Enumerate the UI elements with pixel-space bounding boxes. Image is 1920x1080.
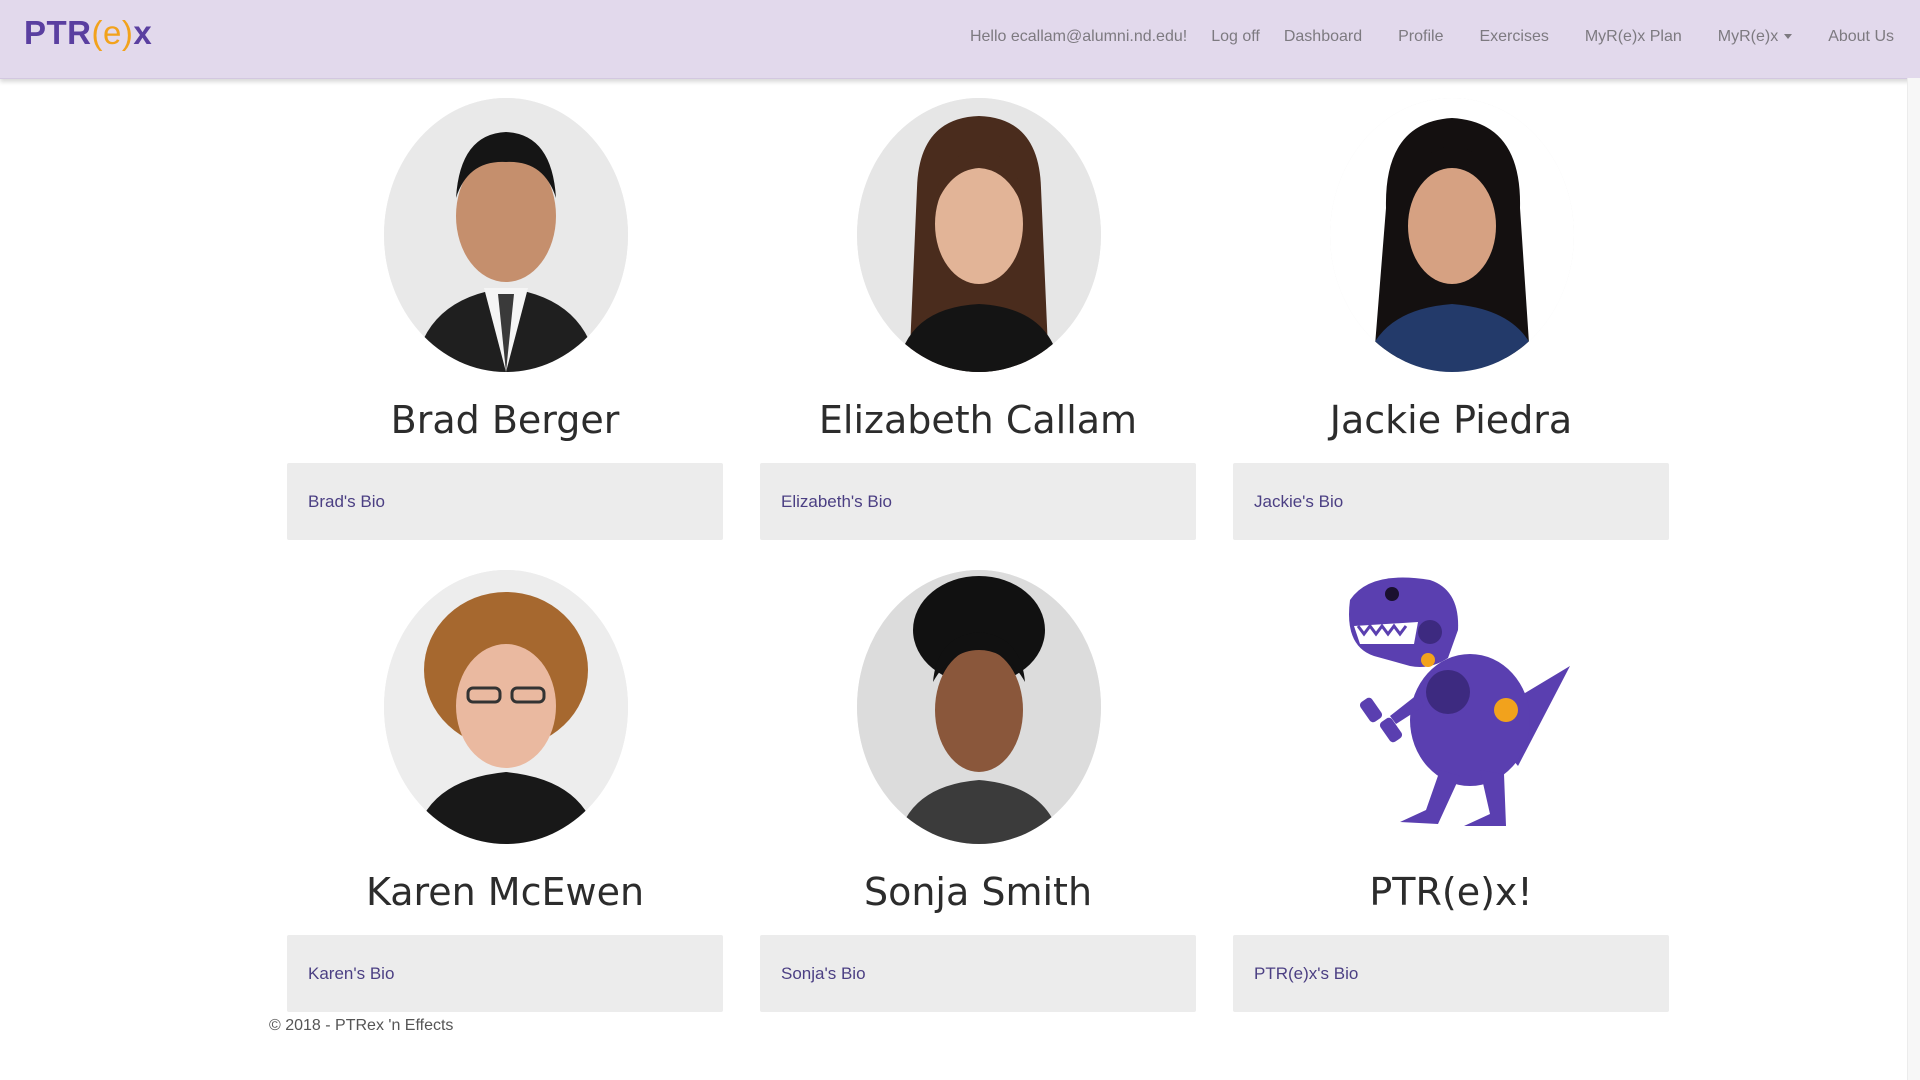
bio-panel[interactable]: PTR(e)x's Bio <box>1233 935 1669 1012</box>
nav-logoff-link[interactable]: Log off <box>1211 28 1260 46</box>
bio-panel[interactable]: Brad's Bio <box>287 463 723 540</box>
top-navbar: PTR(e)x Hello ecallam@alumni.nd.edu! Log… <box>0 0 1920 79</box>
avatar <box>1330 98 1574 372</box>
avatar <box>384 570 628 844</box>
nav-plan-link[interactable]: MyR(e)x Plan <box>1585 28 1682 46</box>
bio-panel[interactable]: Sonja's Bio <box>760 935 1196 1012</box>
bio-panel[interactable]: Elizabeth's Bio <box>760 463 1196 540</box>
member-name: PTR(e)x! <box>1369 870 1533 914</box>
brand-prefix: PTR <box>24 14 92 51</box>
member-name: Sonja Smith <box>863 870 1093 914</box>
nav-myrex-dropdown[interactable]: MyR(e)x <box>1717 28 1793 46</box>
nav-about-link[interactable]: About Us <box>1828 28 1894 46</box>
avatar-elizabeth-image <box>857 98 1101 372</box>
chevron-down-icon <box>1784 34 1793 40</box>
avatar-jackie-image <box>1330 98 1574 372</box>
brand-suffix: x <box>133 14 153 51</box>
member-name: Elizabeth Callam <box>818 398 1138 442</box>
footer-copyright: © 2018 - PTRex 'n Effects <box>269 1017 454 1034</box>
member-name: Brad Berger <box>390 398 620 442</box>
avatar-karen-image <box>384 570 628 844</box>
member-name: Jackie Piedra <box>1329 398 1573 442</box>
bio-panel[interactable]: Karen's Bio <box>287 935 723 1012</box>
nav-links: Hello ecallam@alumni.nd.edu! Log off Das… <box>934 0 1894 74</box>
avatar <box>857 570 1101 844</box>
avatar <box>1330 570 1574 844</box>
brand-logo[interactable]: PTR(e)x <box>24 14 152 52</box>
dinosaur-mascot-icon <box>1349 577 1570 826</box>
nav-greeting-link[interactable]: Hello ecallam@alumni.nd.edu! <box>970 28 1187 46</box>
bio-panel[interactable]: Jackie's Bio <box>1233 463 1669 540</box>
nav-exercises-link[interactable]: Exercises <box>1479 28 1548 46</box>
nav-profile-link[interactable]: Profile <box>1398 28 1443 46</box>
nav-myrex-label: MyR(e)x <box>1717 28 1779 45</box>
page-scrollbar[interactable] <box>1907 78 1920 1080</box>
avatar-brad-image <box>384 98 628 372</box>
brand-middle: (e) <box>91 14 134 51</box>
avatar <box>857 98 1101 372</box>
avatar-sonja-image <box>857 570 1101 844</box>
nav-dashboard-link[interactable]: Dashboard <box>1284 28 1362 46</box>
member-name: Karen McEwen <box>365 870 645 914</box>
avatar <box>384 98 628 372</box>
